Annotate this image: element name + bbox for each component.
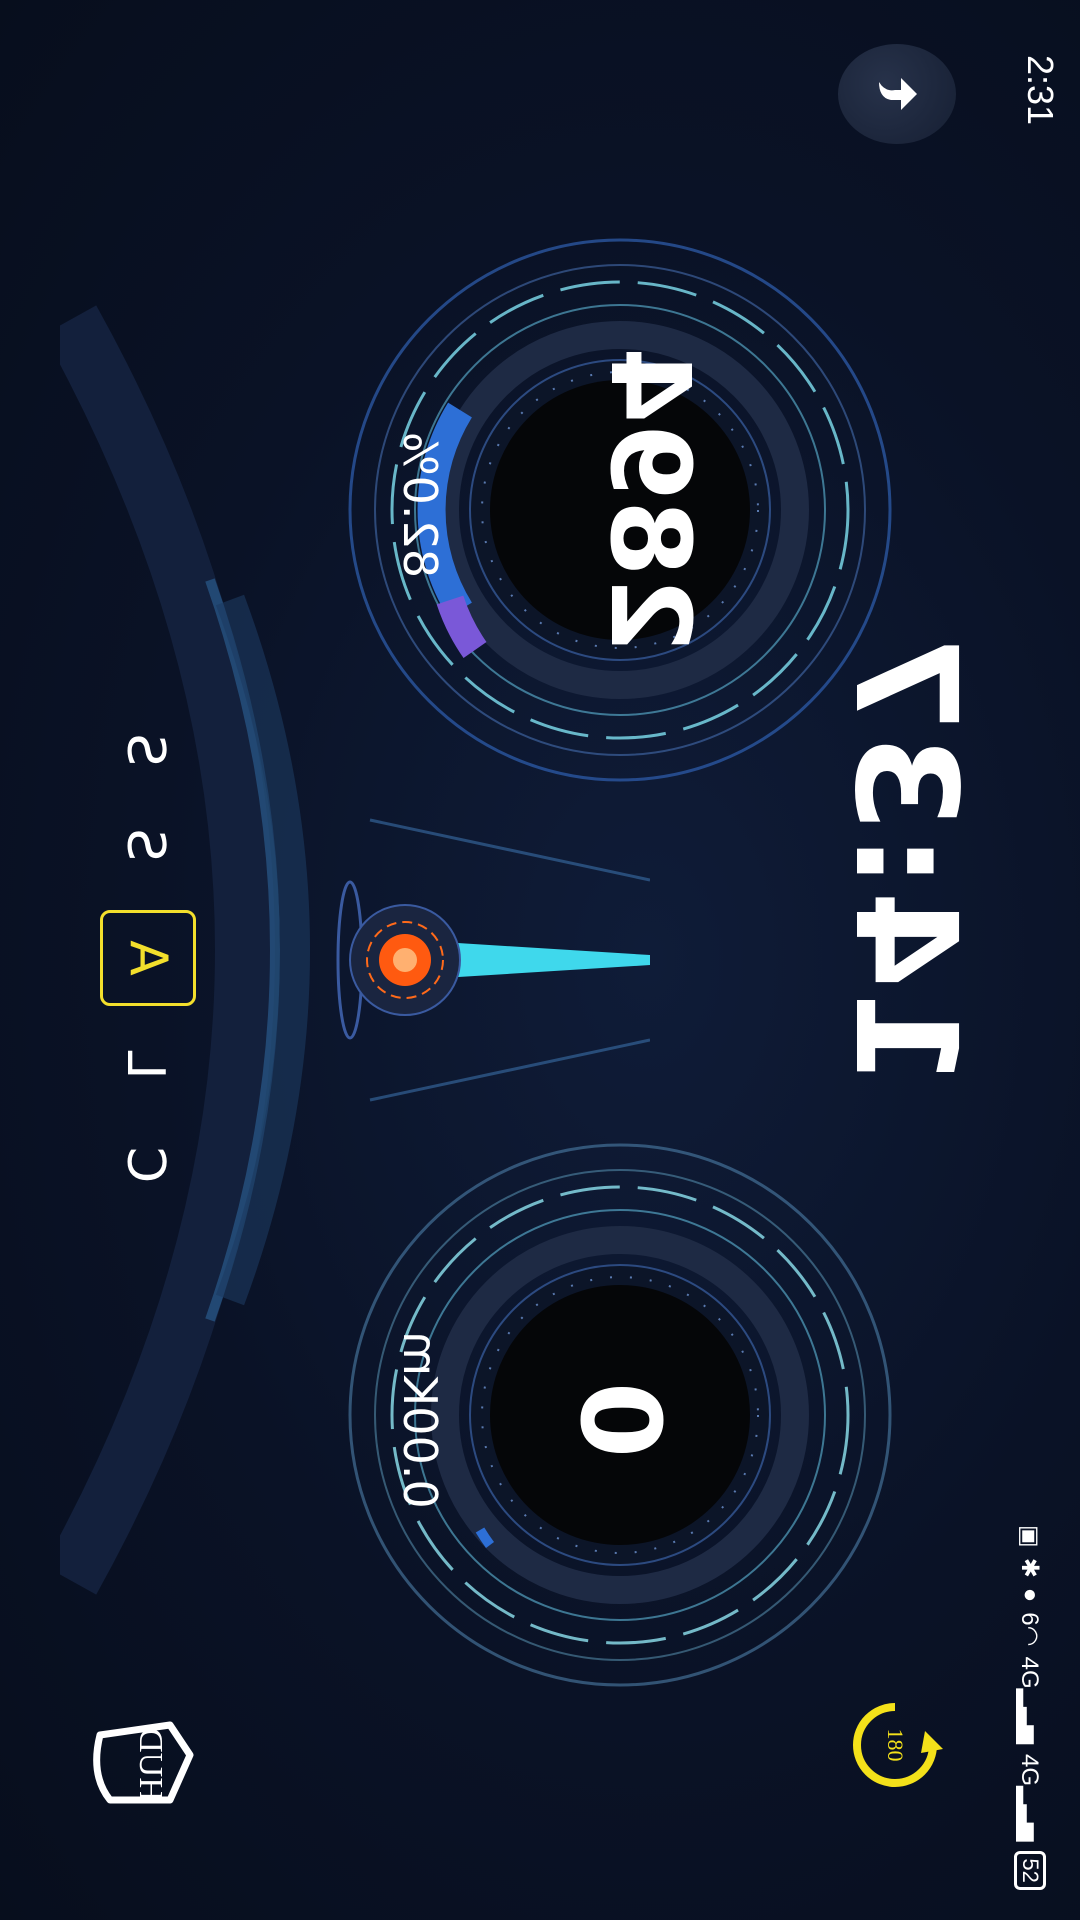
- battery-icon: 52: [1014, 1851, 1046, 1890]
- bluetooth-icon: ✱: [1016, 1557, 1044, 1578]
- rotate-label: 180: [883, 1728, 908, 1762]
- gear-s[interactable]: S: [110, 715, 180, 785]
- back-arrow-icon: [879, 78, 917, 110]
- back-button[interactable]: [838, 44, 956, 144]
- signal-icon: 4G▂▃▅: [1016, 1656, 1044, 1744]
- rpm-value: 2894: [586, 346, 714, 654]
- gear-s-2[interactable]: S: [110, 810, 180, 880]
- signal-icon-2: 4G▂▃▅: [1016, 1754, 1044, 1842]
- center-needle: [330, 800, 651, 1120]
- speed-value: 0: [556, 1381, 684, 1459]
- hud-label: HUD: [132, 1728, 169, 1802]
- status-icons: ▣ ✱ ● 6◠ 4G▂▃▅ 4G▂▃▅ 52: [1010, 1525, 1050, 1920]
- rotate-180-button[interactable]: 180: [845, 1695, 945, 1795]
- wifi-icon: 6◠: [1016, 1612, 1044, 1647]
- gear-c[interactable]: C: [110, 1130, 180, 1200]
- hud-button[interactable]: HUD: [80, 1715, 210, 1815]
- nfc-icon: ▣: [1016, 1525, 1044, 1548]
- gear-l[interactable]: L: [110, 1030, 180, 1100]
- status-time: 2:31: [1020, 54, 1061, 126]
- hud-screen: 2:31 ▣ ✱ ● 6◠ 4G▂▃▅ 4G▂▃▅ 52 180 HUD 14:…: [0, 0, 1080, 1920]
- location-icon: ●: [1017, 1587, 1044, 1603]
- rpm-percent: 82.0%: [393, 431, 447, 579]
- distance-value: 0.00Km: [393, 1331, 447, 1509]
- gear-a-selected[interactable]: A: [100, 910, 196, 1006]
